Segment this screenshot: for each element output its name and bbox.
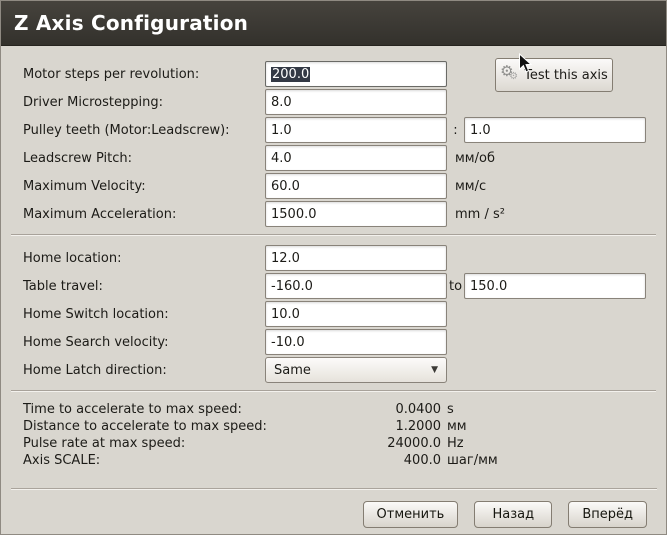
- selected-text: 200.0: [271, 67, 310, 82]
- forward-button[interactable]: Вперёд: [568, 501, 647, 528]
- max-velocity-row: Maximum Velocity: мм/с: [23, 173, 645, 199]
- home-switch-location-input[interactable]: [265, 301, 447, 327]
- pulley-teeth-row: Pulley teeth (Motor:Leadscrew): :: [23, 117, 645, 143]
- chevron-down-icon: ▼: [431, 365, 438, 375]
- test-axis-label: Test this axis: [524, 68, 608, 83]
- back-button[interactable]: Назад: [474, 501, 552, 528]
- stat-value: 0.0400: [323, 401, 441, 418]
- max-acceleration-input[interactable]: [265, 201, 447, 227]
- home-search-velocity-input[interactable]: [265, 329, 447, 355]
- leadscrew-pitch-row: Leadscrew Pitch: мм/об: [23, 145, 645, 171]
- pulley-leadscrew-teeth-input[interactable]: [464, 117, 646, 143]
- home-switch-row: Home Switch location:: [23, 301, 645, 327]
- stat-unit: мм: [447, 418, 467, 435]
- velocity-unit-label: мм/с: [455, 179, 486, 194]
- stat-value: 1.2000: [323, 418, 441, 435]
- stat-row-axis-scale: Axis SCALE: 400.0 шаг/мм: [23, 452, 645, 469]
- stat-value: 24000.0: [323, 435, 441, 452]
- combobox-selected-value: Same: [274, 363, 425, 378]
- microstepping-row: Driver Microstepping:: [23, 89, 645, 115]
- computed-stats: Time to accelerate to max speed: 0.0400 …: [23, 401, 645, 469]
- stat-row-pulse-rate: Pulse rate at max speed: 24000.0 Hz: [23, 435, 645, 452]
- gears-icon: ⚙ ⚙: [500, 65, 520, 85]
- microstepping-input[interactable]: [265, 89, 447, 115]
- table-travel-max-input[interactable]: [464, 273, 646, 299]
- separator: [11, 488, 657, 490]
- stat-row-accel-time: Time to accelerate to max speed: 0.0400 …: [23, 401, 645, 418]
- home-search-velocity-label: Home Search velocity:: [23, 335, 265, 350]
- home-latch-row: Home Latch direction: Same ▼: [23, 357, 645, 383]
- home-location-input[interactable]: [265, 245, 447, 271]
- home-location-row: Home location:: [23, 245, 645, 271]
- stat-label: Pulse rate at max speed:: [23, 435, 323, 452]
- stat-label: Time to accelerate to max speed:: [23, 401, 323, 418]
- motor-steps-label: Motor steps per revolution:: [23, 67, 265, 82]
- table-travel-min-input[interactable]: [265, 273, 447, 299]
- separator: [11, 390, 656, 392]
- window-title: Z Axis Configuration: [14, 11, 248, 35]
- max-velocity-label: Maximum Velocity:: [23, 179, 265, 194]
- pitch-unit-label: мм/об: [455, 151, 495, 166]
- leadscrew-pitch-input[interactable]: [265, 145, 447, 171]
- home-latch-direction-combobox[interactable]: Same ▼: [265, 357, 447, 383]
- z-axis-config-window: Z Axis Configuration Motor steps per rev…: [0, 0, 667, 535]
- ratio-separator-label: :: [447, 123, 464, 138]
- max-acceleration-row: Maximum Acceleration: mm / s²: [23, 201, 645, 227]
- table-travel-label: Table travel:: [23, 279, 265, 294]
- home-location-label: Home location:: [23, 251, 265, 266]
- motor-steps-input[interactable]: 200.0: [265, 61, 447, 87]
- action-bar: Отменить Назад Вперёд: [1, 501, 666, 528]
- stat-unit: Hz: [447, 435, 464, 452]
- test-axis-button[interactable]: ⚙ ⚙ Test this axis: [495, 58, 613, 92]
- travel-to-label: to: [447, 279, 464, 294]
- stat-label: Axis SCALE:: [23, 452, 323, 469]
- leadscrew-pitch-label: Leadscrew Pitch:: [23, 151, 265, 166]
- pulley-motor-teeth-input[interactable]: [265, 117, 447, 143]
- max-velocity-input[interactable]: [265, 173, 447, 199]
- stat-unit: s: [447, 401, 454, 418]
- cancel-button[interactable]: Отменить: [363, 501, 459, 528]
- stat-unit: шаг/мм: [447, 452, 498, 469]
- max-acceleration-label: Maximum Acceleration:: [23, 207, 265, 222]
- acceleration-unit-label: mm / s²: [455, 207, 505, 222]
- config-form: Motor steps per revolution: 200.0 Driver…: [1, 46, 666, 469]
- pulley-teeth-label: Pulley teeth (Motor:Leadscrew):: [23, 123, 265, 138]
- home-switch-label: Home Switch location:: [23, 307, 265, 322]
- separator: [11, 234, 656, 236]
- table-travel-row: Table travel: to: [23, 273, 645, 299]
- stat-row-accel-distance: Distance to accelerate to max speed: 1.2…: [23, 418, 645, 435]
- stat-value: 400.0: [323, 452, 441, 469]
- stat-label: Distance to accelerate to max speed:: [23, 418, 323, 435]
- home-search-velocity-row: Home Search velocity:: [23, 329, 645, 355]
- home-latch-direction-label: Home Latch direction:: [23, 363, 265, 378]
- window-titlebar: Z Axis Configuration: [1, 1, 666, 46]
- microstepping-label: Driver Microstepping:: [23, 95, 265, 110]
